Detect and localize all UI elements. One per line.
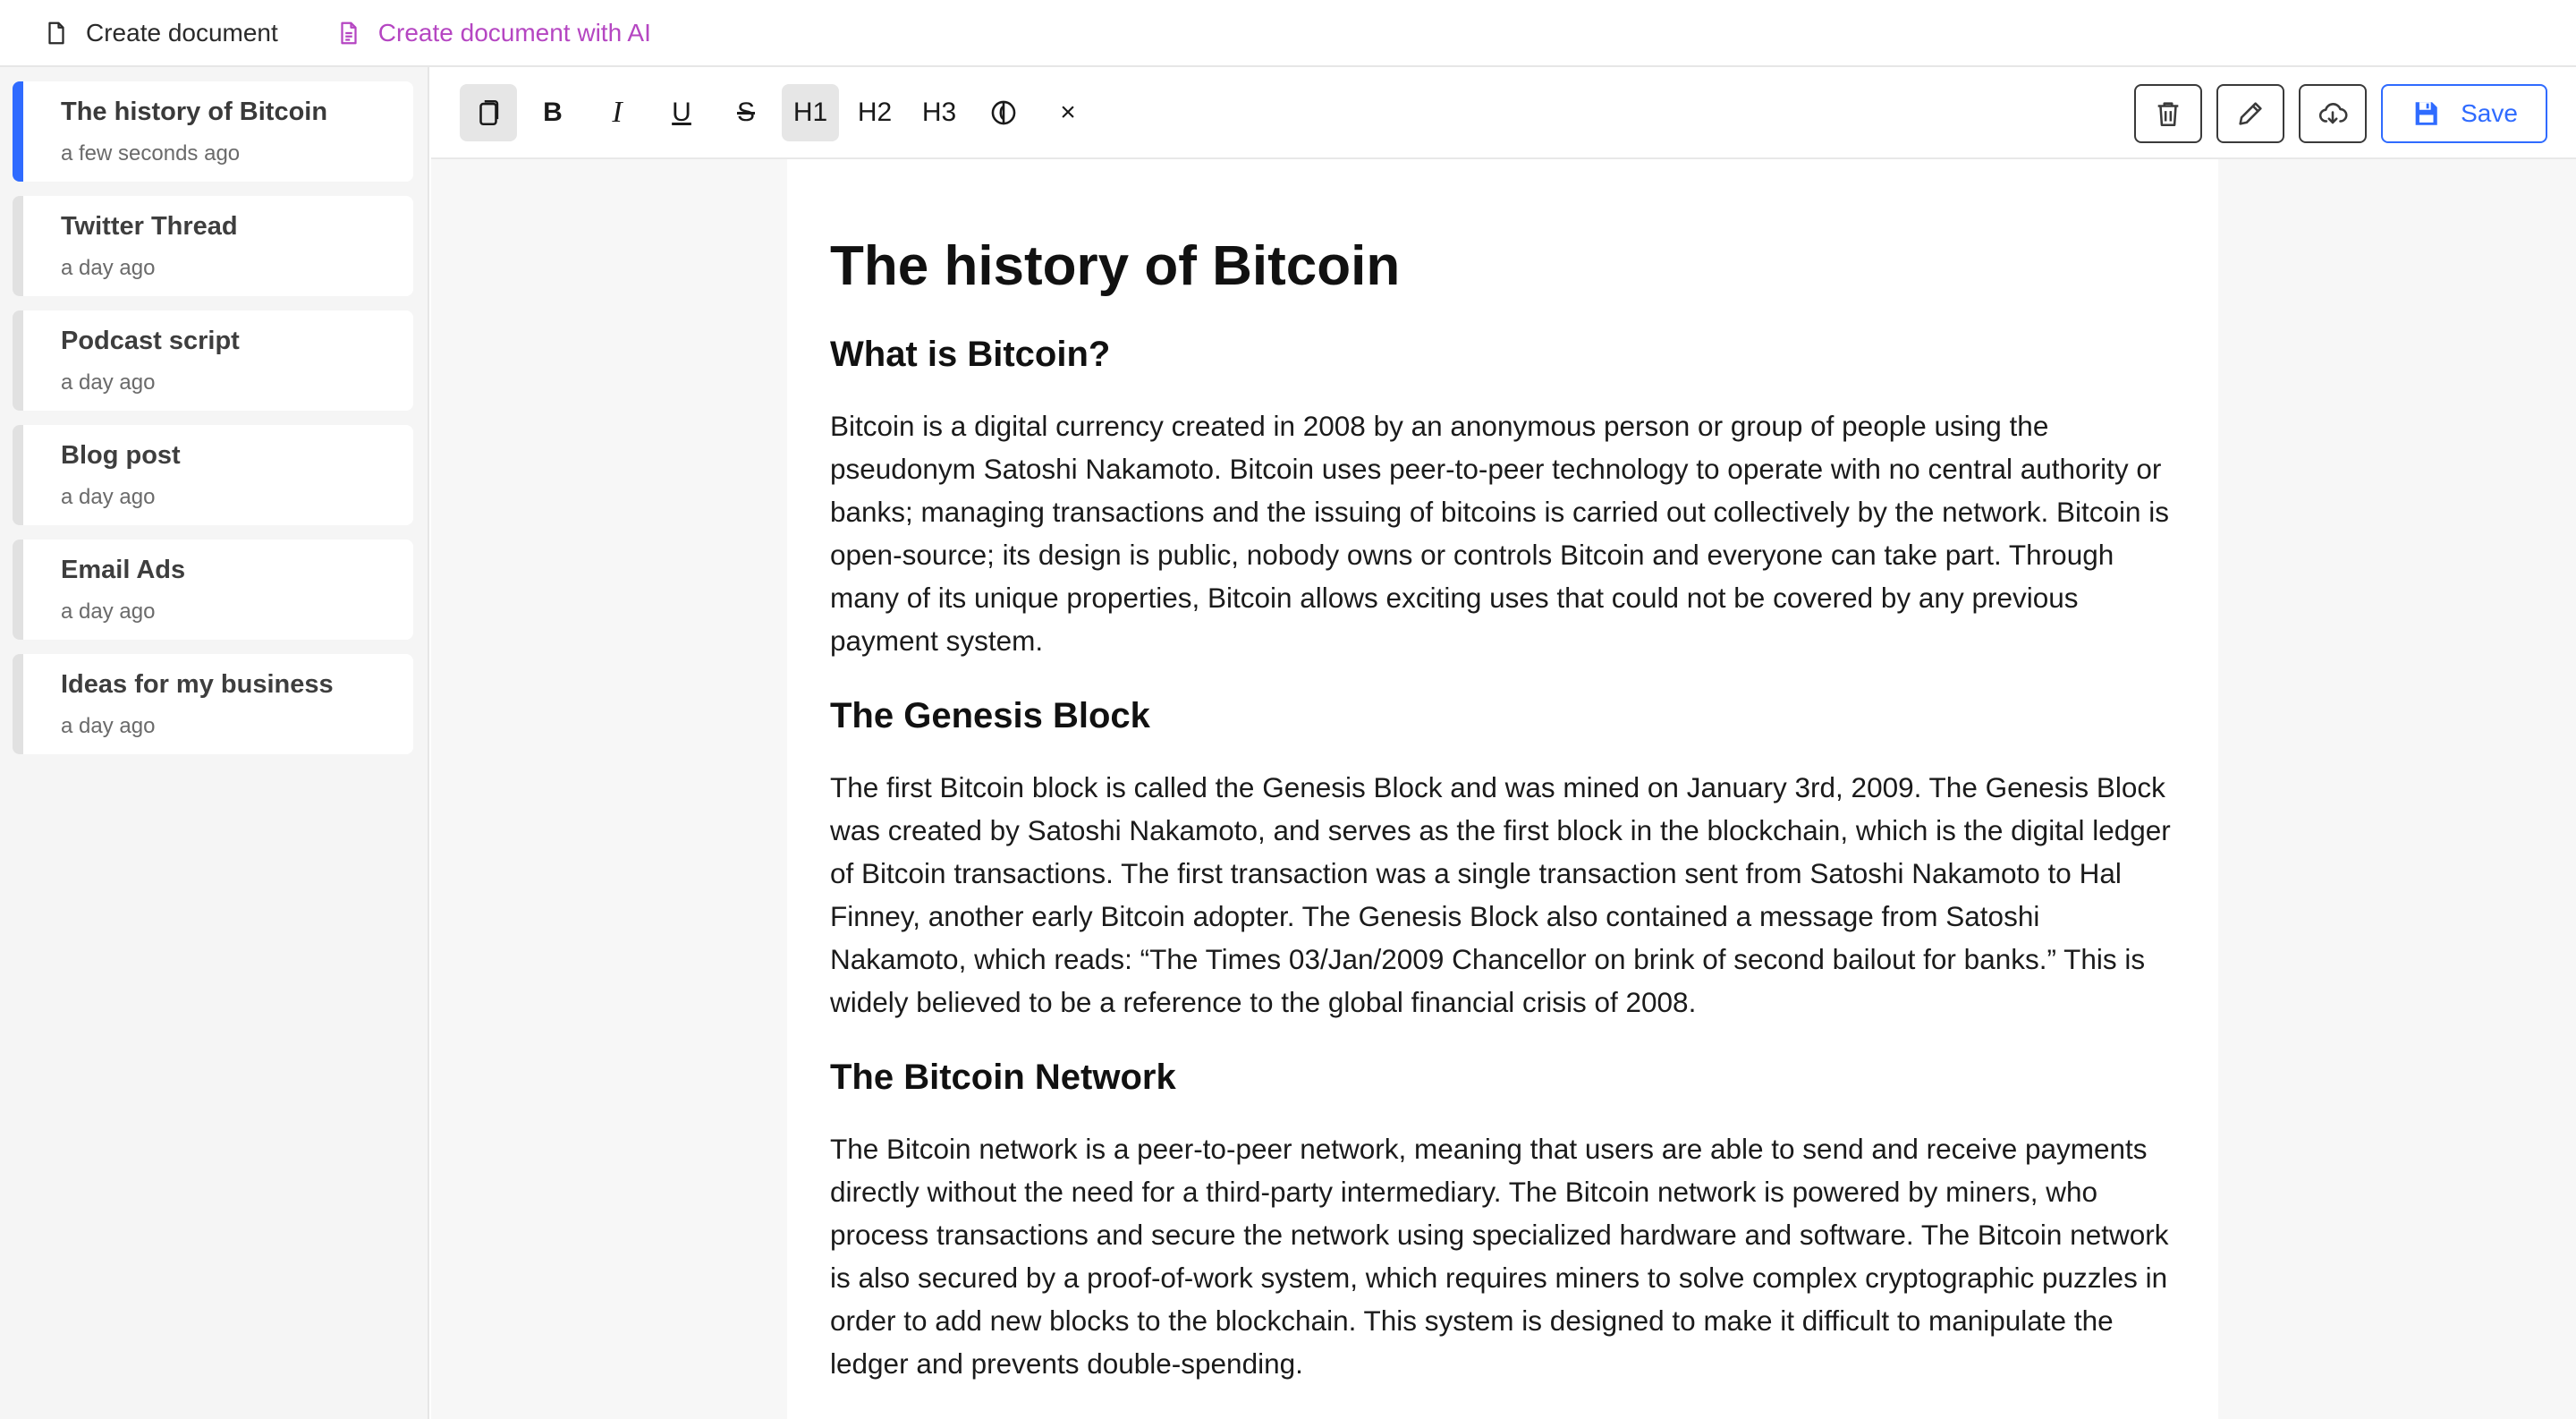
heading-2-button[interactable]: H2 xyxy=(846,84,903,141)
heading-3-button[interactable]: H3 xyxy=(911,84,968,141)
file-icon xyxy=(48,21,64,44)
doc-time: a day ago xyxy=(61,370,156,395)
editor-toolbar: B I U S H1 H2 H3 × Save xyxy=(431,67,2576,159)
document-title: The history of Bitcoin xyxy=(830,235,1401,297)
bold-button[interactable]: B xyxy=(524,84,581,141)
section-paragraph: The Bitcoin network is a peer-to-peer ne… xyxy=(830,1133,2169,1381)
create-document-label: Create document xyxy=(86,18,278,47)
doc-time: a day ago xyxy=(61,599,156,624)
copy-icon xyxy=(479,99,499,126)
sidebar-item-twitter-thread[interactable]: Twitter Thread a day ago xyxy=(13,196,413,296)
floppy-disk-icon xyxy=(2415,102,2437,125)
trash-icon xyxy=(2157,102,2179,127)
clear-format-button[interactable]: × xyxy=(1039,84,1097,141)
italic-button[interactable]: I xyxy=(589,84,646,141)
download-button[interactable] xyxy=(2299,84,2367,143)
doc-title: Podcast script xyxy=(61,327,240,355)
sidebar-item-blog-post[interactable]: Blog post a day ago xyxy=(13,425,413,525)
sidebar-item-email-ads[interactable]: Email Ads a day ago xyxy=(13,540,413,640)
sidebar-item-ideas-for-my-business[interactable]: Ideas for my business a day ago xyxy=(13,654,413,754)
cloud-download-icon xyxy=(2318,103,2348,124)
doc-title: Blog post xyxy=(61,441,181,470)
sidebar-item-history-of-bitcoin[interactable]: The history of Bitcoin a few seconds ago xyxy=(13,81,413,182)
create-document-ai-label: Create document with AI xyxy=(377,18,651,47)
doc-title: Email Ads xyxy=(61,556,186,584)
section-heading: The Genesis Block xyxy=(830,696,1150,736)
pencil-icon xyxy=(2239,102,2262,125)
sidebar-item-podcast-script[interactable]: Podcast script a day ago xyxy=(13,310,413,411)
save-button[interactable]: Save xyxy=(2381,84,2547,143)
create-document-button[interactable]: Create document xyxy=(43,19,278,47)
section-paragraph: Bitcoin is a digital currency created in… xyxy=(830,410,2170,658)
copy-button[interactable] xyxy=(460,84,517,141)
create-document-ai-button[interactable]: Create document with AI xyxy=(335,19,651,47)
edit-button[interactable] xyxy=(2216,84,2284,143)
doc-time: a day ago xyxy=(61,485,156,509)
doc-title: Ideas for my business xyxy=(61,670,334,699)
doc-time: a few seconds ago xyxy=(61,141,241,166)
strikethrough-button[interactable]: S xyxy=(717,84,775,141)
underline-button[interactable]: U xyxy=(653,84,710,141)
contrast-icon xyxy=(991,100,1016,125)
file-text-icon xyxy=(341,21,357,44)
section-paragraph: The first Bitcoin block is called the Ge… xyxy=(830,771,2171,1019)
save-label: Save xyxy=(2461,99,2518,127)
section-heading: What is Bitcoin? xyxy=(830,335,1111,375)
doc-title: The history of Bitcoin xyxy=(61,98,328,126)
doc-time: a day ago xyxy=(61,256,156,280)
document-sidebar: The history of Bitcoin a few seconds ago… xyxy=(0,67,429,1419)
delete-button[interactable] xyxy=(2134,84,2202,143)
heading-1-button[interactable]: H1 xyxy=(782,84,839,141)
editor-main: B I U S H1 H2 H3 × Save The history of B… xyxy=(431,67,2576,1419)
section-heading: The Bitcoin Network xyxy=(830,1058,1176,1098)
doc-title: Twitter Thread xyxy=(61,212,238,241)
doc-time: a day ago xyxy=(61,714,156,738)
top-bar: Create document Create document with AI xyxy=(0,0,2576,67)
contrast-button[interactable] xyxy=(975,84,1032,141)
document-editor[interactable]: The history of Bitcoin What is Bitcoin? … xyxy=(787,159,2218,1419)
